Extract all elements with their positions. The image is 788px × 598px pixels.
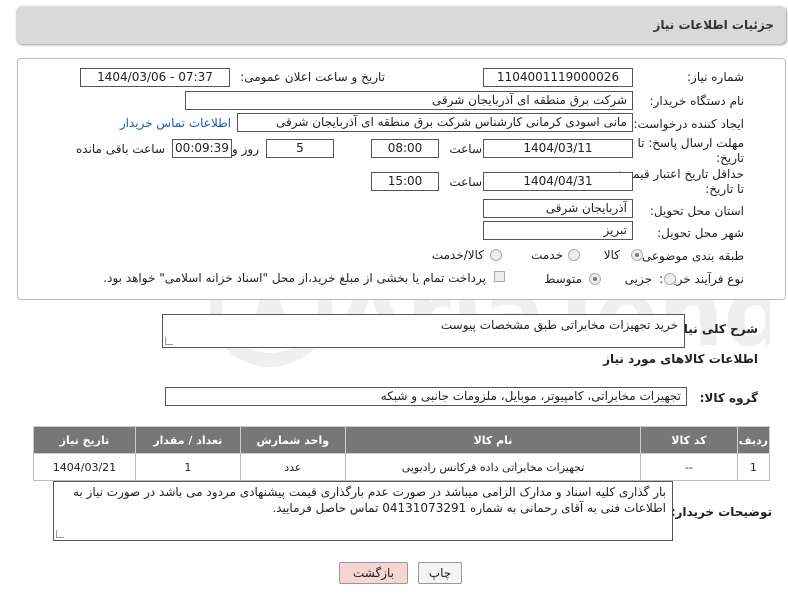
buyer-notes-label: توضیحات خریدار: xyxy=(670,505,772,519)
treasury-payment-note: پرداخت تمام یا بخشی از مبلغ خرید،از محل … xyxy=(103,271,486,285)
buyer-notes-text: بار گذاری کلیه اسناد و مدارک الزامی میبا… xyxy=(72,485,666,515)
price-validity-time-field[interactable]: 15:00 xyxy=(371,172,439,191)
item-group-field[interactable]: تجهیزات مخابراتی، کامپیوتر، موبایل، ملزو… xyxy=(165,387,687,406)
category-option-service: خدمت xyxy=(531,248,563,262)
category-radio-service[interactable] xyxy=(568,249,580,261)
province-field[interactable]: آذربایجان شرقی xyxy=(483,199,633,218)
announce-datetime-label: تاریخ و ساعت اعلان عمومی: xyxy=(240,70,385,84)
price-validity-time-label: ساعت xyxy=(449,175,482,189)
cell-unit: عدد xyxy=(239,453,346,481)
deadline-days-field[interactable]: 5 xyxy=(266,139,334,158)
announce-datetime-field[interactable]: 1404/03/06 - 07:37 xyxy=(80,68,230,87)
cell-qty: 1 xyxy=(134,453,241,481)
category-label: طبقه بندی موضوعی: xyxy=(637,249,744,263)
category-option-goods-service: کالا/خدمت xyxy=(431,248,484,262)
cell-date: 1404/03/21 xyxy=(33,453,136,481)
deadline-time-field[interactable]: 08:00 xyxy=(371,139,439,158)
resize-grip-icon[interactable] xyxy=(165,337,173,345)
buyer-org-field[interactable]: شرکت برق منطقه ای آذربایجان شرقی xyxy=(185,91,633,110)
deadline-days-label: روز و xyxy=(232,142,259,156)
province-label: استان محل تحویل: xyxy=(649,204,744,218)
description-text: خرید تجهیزات مخابراتی طبق مشخصات پیوست xyxy=(440,318,678,332)
category-radio-goods[interactable] xyxy=(631,249,643,261)
back-button[interactable]: بازگشت xyxy=(339,562,408,584)
col-unit: واحد شمارش xyxy=(239,426,346,454)
description-field[interactable]: خرید تجهیزات مخابراتی طبق مشخصات پیوست xyxy=(162,314,685,348)
buyer-contact-link[interactable]: اطلاعات تماس خریدار xyxy=(120,116,231,130)
items-table: ردیف کد کالا نام کالا واحد شمارش تعداد /… xyxy=(33,426,771,481)
deadline-date-field[interactable]: 1404/03/11 xyxy=(483,139,633,158)
price-validity-date-field[interactable]: 1404/04/31 xyxy=(483,172,633,191)
category-option-goods: کالا xyxy=(603,248,620,262)
purchase-radio-medium[interactable] xyxy=(589,273,601,285)
deadline-label-line2: تاریخ: xyxy=(716,151,744,165)
items-table-header: ردیف کد کالا نام کالا واحد شمارش تعداد /… xyxy=(33,426,771,454)
cell-row: 1 xyxy=(736,453,771,481)
purchase-option-medium: متوسط xyxy=(544,272,582,286)
purchase-radio-minor[interactable] xyxy=(664,273,676,285)
remaining-time-label: ساعت باقی مانده xyxy=(75,142,165,156)
deadline-time-label: ساعت xyxy=(449,142,482,156)
need-number-field[interactable]: 1104001119000026 xyxy=(483,68,633,87)
treasury-payment-checkbox[interactable] xyxy=(494,271,505,282)
buyer-notes-field[interactable]: بار گذاری کلیه اسناد و مدارک الزامی میبا… xyxy=(53,481,673,541)
need-number-label: شماره نیاز: xyxy=(687,70,744,84)
resize-grip-icon[interactable] xyxy=(56,530,64,538)
col-name: نام کالا xyxy=(344,426,642,454)
col-row: ردیف xyxy=(736,426,771,454)
print-button[interactable]: چاپ xyxy=(418,562,462,584)
table-row[interactable]: 1 -- تجهیزات مخابراتی داده فرکانس رادیوی… xyxy=(33,453,771,481)
price-validity-label-line1: حداقل تاریخ اعتبار قیمت: xyxy=(617,167,744,181)
deadline-label-line1: مهلت ارسال پاسخ: تا xyxy=(637,136,744,150)
page-title: جزئیات اطلاعات نیاز xyxy=(653,18,774,32)
col-date: تاریخ نیاز xyxy=(33,426,136,454)
remaining-time-field[interactable]: 00:09:39 xyxy=(172,139,232,158)
cell-code: -- xyxy=(640,453,738,481)
city-label: شهر محل تحویل: xyxy=(657,226,744,240)
city-field[interactable]: تبریز xyxy=(483,221,633,240)
col-qty: تعداد / مقدار xyxy=(134,426,241,454)
items-section-title: اطلاعات کالاهای مورد نیاز xyxy=(603,352,758,366)
buyer-org-label: نام دستگاه خریدار: xyxy=(649,94,745,108)
price-validity-label-line2: تا تاریخ: xyxy=(705,182,744,196)
cell-name: تجهیزات مخابراتی داده فرکانس رادیویی xyxy=(344,453,642,481)
page-header: جزئیات اطلاعات نیاز xyxy=(16,6,786,44)
col-code: کد کالا xyxy=(640,426,738,454)
requester-field[interactable]: مانی اسودی کرمانی کارشناس شرکت برق منطقه… xyxy=(237,113,633,132)
requester-label: ایجاد کننده درخواست: xyxy=(633,117,744,131)
category-radio-goods-service[interactable] xyxy=(490,249,502,261)
purchase-option-minor: جزیی xyxy=(624,272,652,286)
item-group-label: گروه کالا: xyxy=(699,391,758,405)
